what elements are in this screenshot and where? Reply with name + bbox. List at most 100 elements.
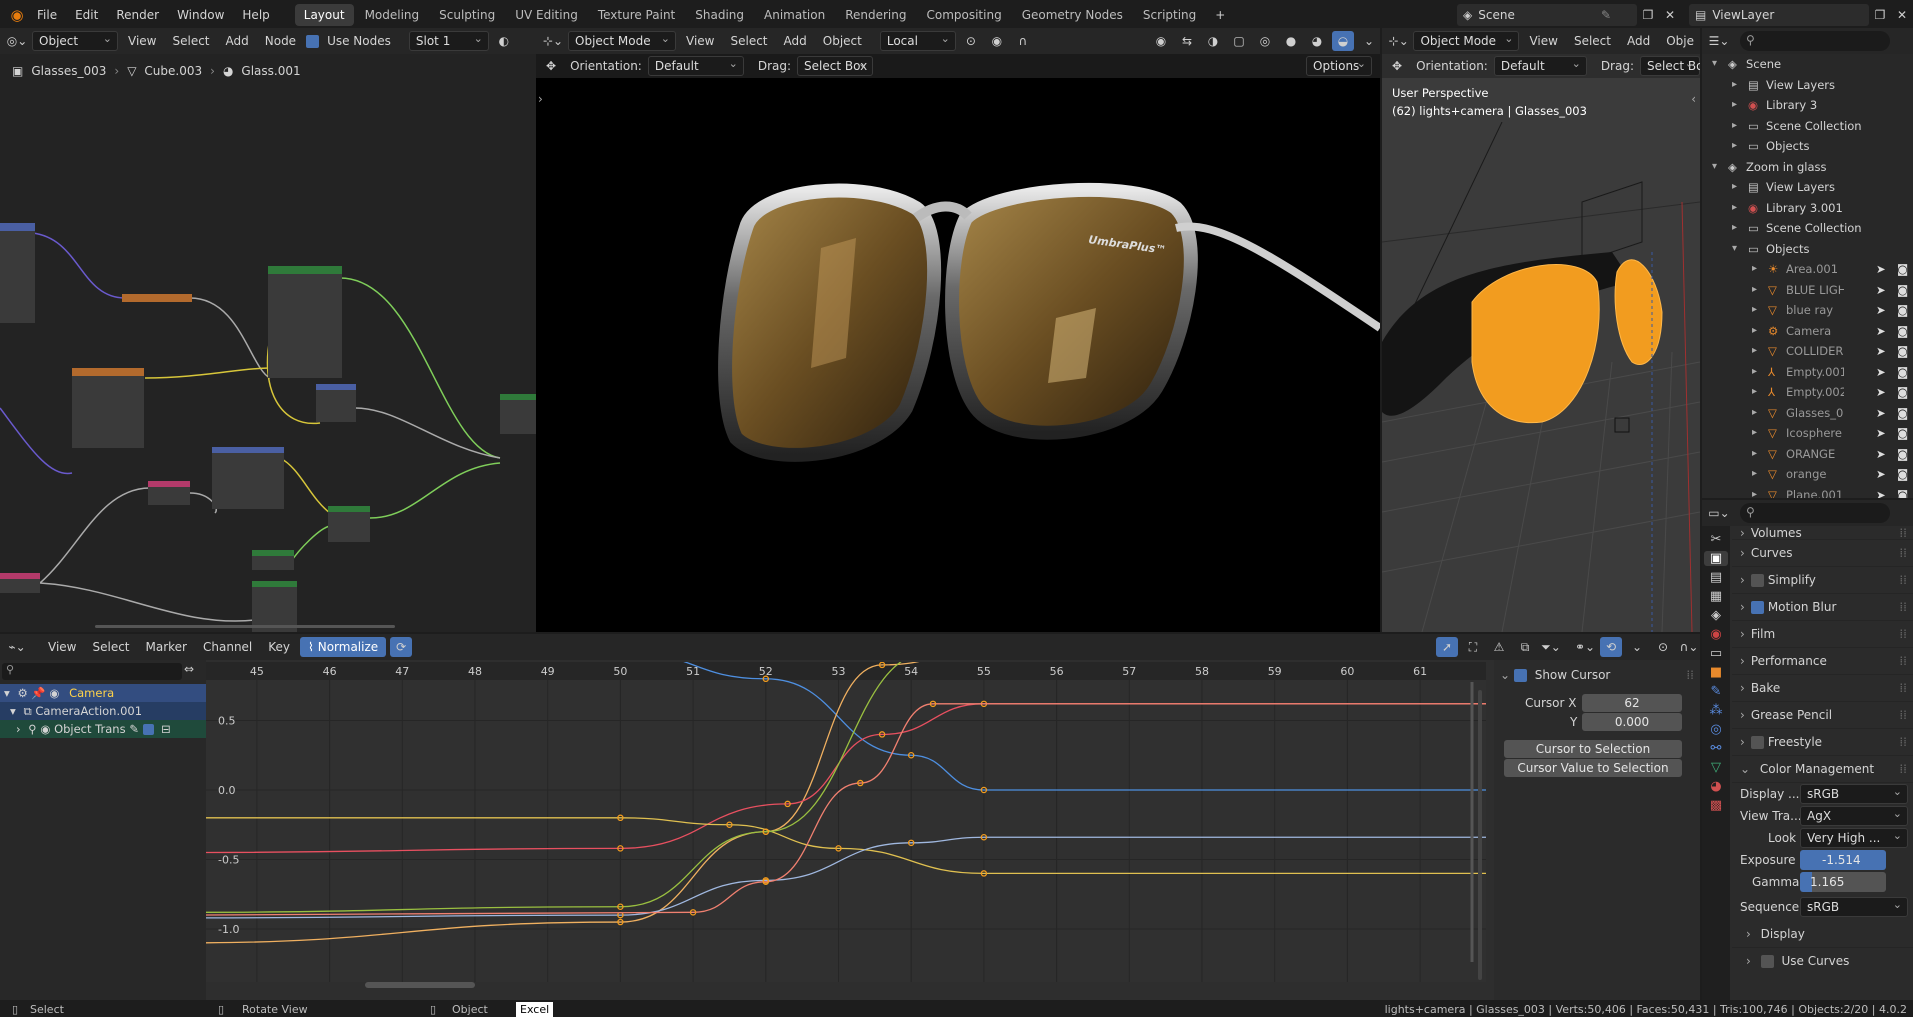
editor-type-icon[interactable]: ◎⌄ xyxy=(6,31,28,51)
snap-icon[interactable]: ⟲ xyxy=(1600,637,1622,657)
outliner-item[interactable]: ▸ ⅄ Empty.001 ➤ ◙ xyxy=(1702,362,1913,383)
refresh-icon[interactable]: ⟳ xyxy=(390,637,413,657)
object-tab-icon[interactable]: ■ xyxy=(1710,665,1722,680)
workspace-tab-geometry-nodes[interactable]: Geometry Nodes xyxy=(1013,4,1132,26)
drag-handle-icon[interactable]: ⁞⁞ xyxy=(1899,594,1907,621)
lock-icon[interactable]: ⊟ xyxy=(161,722,171,736)
node-select-menu[interactable]: Select xyxy=(166,31,215,51)
drag-handle-icon[interactable]: ⁞⁞ xyxy=(1899,526,1907,540)
view-transform-dropdown[interactable]: AgX xyxy=(1800,805,1908,826)
view-panel-header[interactable]: ⌄ Show Cursor ⁞⁞ xyxy=(1500,666,1694,684)
render-camera-icon[interactable]: ◙ xyxy=(1897,382,1908,402)
cursor-y-field[interactable]: 0.000 xyxy=(1582,713,1682,731)
channel-enable-checkbox[interactable] xyxy=(142,724,154,735)
outliner-item[interactable]: ▸ ◉ Library 3.001 xyxy=(1702,198,1913,219)
disclosure-icon[interactable]: ▸ xyxy=(1732,218,1737,238)
outliner-item[interactable]: ▸ ◉ Library 3 xyxy=(1702,95,1913,116)
shading-solid-icon[interactable]: ● xyxy=(1280,31,1302,51)
drag-handle-icon[interactable]: ⁞⁞ xyxy=(1899,567,1907,594)
vp2-add-menu[interactable]: Add xyxy=(1621,31,1656,51)
delete-scene-icon[interactable]: ✕ xyxy=(1659,5,1681,25)
select-arrow-icon[interactable]: ➤ xyxy=(1876,259,1886,279)
snap-icon[interactable]: ⊙ xyxy=(960,31,982,51)
use-curves-subpanel[interactable]: › Use Curves xyxy=(1732,948,1913,975)
workspace-tab-texture-paint[interactable]: Texture Paint xyxy=(589,4,684,26)
slot-dropdown[interactable]: Slot 1 xyxy=(408,30,489,51)
editor-type-icon[interactable]: ⊹⌄ xyxy=(1388,31,1409,51)
only-selected-icon[interactable]: ➚ xyxy=(1436,637,1458,657)
texture-tab-icon[interactable]: ▩ xyxy=(1710,798,1722,813)
disclosure-icon[interactable]: ▸ xyxy=(1752,485,1757,499)
look-dropdown[interactable]: Very High ... xyxy=(1800,827,1908,848)
graph-scrollbar[interactable] xyxy=(365,982,475,988)
vp-select-menu[interactable]: Select xyxy=(724,31,773,51)
editor-type-icon[interactable]: ⌁⌄ xyxy=(6,637,28,657)
render-camera-icon[interactable]: ◙ xyxy=(1897,341,1908,361)
select-arrow-icon[interactable]: ➤ xyxy=(1876,382,1886,402)
drag-dropdown[interactable]: Select Box xyxy=(797,55,874,76)
new-scene-icon[interactable]: ❐ xyxy=(1637,5,1659,25)
workspace-tab-uv-editing[interactable]: UV Editing xyxy=(506,4,587,26)
scene-selector[interactable]: ◈ Scene ✎ xyxy=(1457,4,1637,26)
drag-handle-icon[interactable]: ⁞⁞ xyxy=(1899,675,1907,702)
outliner-item[interactable]: ▸ ▽ COLLIDER ➤ ◙ xyxy=(1702,341,1913,362)
menu-window[interactable]: Window xyxy=(168,0,233,30)
workspace-tab-animation[interactable]: Animation xyxy=(755,4,834,26)
panel-enable-checkbox[interactable] xyxy=(1750,601,1764,614)
use-curves-checkbox[interactable] xyxy=(1760,955,1774,968)
create-ghost-icon[interactable]: ⧉ xyxy=(1514,637,1536,657)
cursor-to-selection-button[interactable]: Cursor to Selection xyxy=(1504,740,1682,758)
view-layer-selector[interactable]: ▤ ViewLayer xyxy=(1689,4,1869,26)
shader-node-editor[interactable]: ◎⌄ Object View Select Add Node Use Nodes… xyxy=(0,28,536,632)
disclosure-icon[interactable]: ▸ xyxy=(1752,423,1757,443)
panel-bake[interactable]: › Bake ⁞⁞ xyxy=(1732,675,1913,702)
outliner-item[interactable]: ▸ ▽ Plane.001 ➤ ◙ xyxy=(1702,485,1913,499)
render-camera-icon[interactable]: ◙ xyxy=(1897,444,1908,464)
outliner-item[interactable]: ▸ ▽ Icosphere ➤ ◙ xyxy=(1702,423,1913,444)
drag-handle-icon[interactable]: ⁞⁞ xyxy=(1899,702,1907,729)
pin-icon[interactable]: ⚲ xyxy=(28,722,36,736)
outliner-item[interactable]: ▸ ▽ BLUE LIGHT ➤ ◙ xyxy=(1702,280,1913,301)
workspace-tab-modeling[interactable]: Modeling xyxy=(356,4,429,26)
panel-performance[interactable]: › Performance ⁞⁞ xyxy=(1732,648,1913,675)
render-camera-icon[interactable]: ◙ xyxy=(1897,300,1908,320)
channel-camera[interactable]: ▾ ⚙ 📌 ◉ Camera xyxy=(0,684,206,702)
render-camera-icon[interactable]: ◙ xyxy=(1897,280,1908,300)
menu-file[interactable]: File xyxy=(28,0,66,30)
collection-tab-icon[interactable]: ▭ xyxy=(1710,646,1722,661)
show-hidden-icon[interactable]: ⛶ xyxy=(1462,637,1484,657)
outliner-item[interactable]: ▸ ⅄ Empty.002 ➤ ◙ xyxy=(1702,382,1913,403)
select-arrow-icon[interactable]: ➤ xyxy=(1876,423,1886,443)
outliner-item[interactable]: ▸ ▽ Glasses_003 ➤ ◙ xyxy=(1702,403,1913,424)
outliner-item[interactable]: ▸ ▤ View Layers xyxy=(1702,75,1913,96)
channel-search[interactable]: ⚲ xyxy=(2,663,182,680)
gizmo-icon[interactable]: ⇆ xyxy=(1176,31,1198,51)
outliner[interactable]: ☰⌄ ⚲ ▾ ◈ Scene ▸ ▤ View Layers ▸ ◉ Library 3 ▸ ▭ Sc… xyxy=(1702,28,1913,498)
outliner-item[interactable]: ▸ ▭ Objects xyxy=(1702,136,1913,157)
transform-space-dropdown[interactable]: Local xyxy=(879,30,956,51)
mode-dropdown-right[interactable]: Object Mode xyxy=(1413,30,1520,51)
select-arrow-icon[interactable]: ➤ xyxy=(1876,444,1886,464)
outliner-item[interactable]: ▸ ▭ Scene Collection xyxy=(1702,218,1913,239)
panel-curves[interactable]: › Curves ⁞⁞ xyxy=(1732,540,1913,567)
physics-tab-icon[interactable]: ◎ xyxy=(1710,722,1721,737)
xray-icon[interactable]: ▢ xyxy=(1228,31,1250,51)
display-device-dropdown[interactable]: sRGB xyxy=(1800,783,1908,804)
disclosure-icon[interactable]: ▾ xyxy=(1712,157,1717,177)
vp-view-menu[interactable]: View xyxy=(680,31,720,51)
outliner-search[interactable]: ⚲ xyxy=(1740,31,1890,51)
color-management-header[interactable]: ⌄ Color Management ⁞⁞ xyxy=(1732,756,1913,783)
tool-tab-icon[interactable]: ✂ xyxy=(1711,532,1722,547)
exposure-field[interactable]: -1.514 xyxy=(1800,850,1886,870)
outliner-item[interactable]: ▸ ▤ View Layers xyxy=(1702,177,1913,198)
viewport-solid[interactable]: ⊹⌄ Object Mode View Select Add Obje ✥ Or… xyxy=(1382,28,1700,632)
editor-type-icon[interactable]: ▭⌄ xyxy=(1708,503,1730,523)
properties-search[interactable]: ⚲ xyxy=(1740,503,1890,523)
modifier-icon[interactable]: ✎ xyxy=(129,722,139,736)
disclosure-icon[interactable]: ▸ xyxy=(1752,259,1757,279)
delete-view-layer-icon[interactable]: ✕ xyxy=(1891,5,1913,25)
select-arrow-icon[interactable]: ➤ xyxy=(1876,403,1886,423)
select-arrow-icon[interactable]: ➤ xyxy=(1876,362,1886,382)
panel-enable-checkbox[interactable] xyxy=(1750,574,1764,587)
mode-dropdown[interactable]: Object Mode xyxy=(568,30,676,51)
